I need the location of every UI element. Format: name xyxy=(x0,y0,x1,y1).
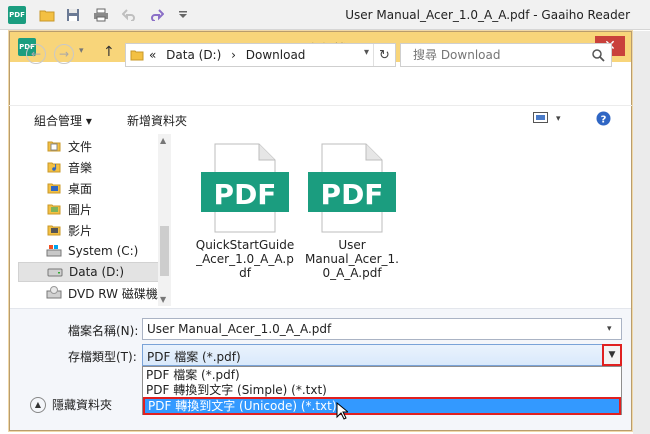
tree-item-desktop[interactable]: 桌面 xyxy=(18,178,158,198)
undo-icon[interactable] xyxy=(120,6,138,24)
tree-item-label: 音樂 xyxy=(68,160,93,175)
back-arrow-icon: ← xyxy=(30,47,42,61)
tree-item-label: 影片 xyxy=(68,223,93,238)
redo-icon[interactable] xyxy=(148,6,166,24)
tree-item-label: System (C:) xyxy=(68,244,139,258)
back-button[interactable]: ← xyxy=(26,44,46,64)
view-dropdown-icon[interactable]: ▾ xyxy=(556,114,561,124)
tree-item-label: 文件 xyxy=(68,139,93,154)
navigation-scrollbar[interactable]: ▲ ▼ xyxy=(158,134,171,306)
filetype-selected-value: PDF 檔案 (*.pdf) xyxy=(147,350,241,364)
breadcrumb-data-drive[interactable]: Data (D:) xyxy=(166,48,221,62)
up-arrow-icon[interactable]: ↑ xyxy=(103,44,115,60)
pdf-file-icon: PDF xyxy=(308,143,396,233)
filetype-option-text-simple[interactable]: PDF 轉換到文字 (Simple) (*.txt) xyxy=(143,383,621,398)
address-bar[interactable]: « Data (D:) › Download ▾ ↻ xyxy=(125,43,396,67)
search-box[interactable] xyxy=(400,43,612,67)
tree-item-label: 桌面 xyxy=(68,181,93,196)
chevron-down-icon: ▼ xyxy=(608,350,616,360)
print-icon[interactable] xyxy=(92,6,110,24)
tree-item-label: DVD RW 磁碟機 xyxy=(68,286,158,301)
svg-text:PDF: PDF xyxy=(321,178,384,211)
filetype-dropdown-list: PDF 檔案 (*.pdf) PDF 轉換到文字 (Simple) (*.txt… xyxy=(142,366,622,415)
folder-icon xyxy=(130,48,144,65)
search-icon xyxy=(591,48,605,65)
app-titlebar: PDF User Manual_Acer_1.0_A_A.pdf - Gaaih… xyxy=(0,0,650,30)
view-options-icon[interactable] xyxy=(533,112,549,127)
scroll-up-icon[interactable]: ▲ xyxy=(160,136,166,145)
tree-item-documents[interactable]: 文件 xyxy=(18,136,158,156)
tree-item-videos[interactable]: 影片 xyxy=(18,220,158,240)
scrollbar-thumb[interactable] xyxy=(160,226,169,276)
file-name: QuickStartGuide _Acer_1.0_A_A.p df xyxy=(195,238,295,280)
filename-dropdown-icon[interactable]: ▾ xyxy=(607,324,612,334)
breadcrumb-separator[interactable]: › xyxy=(231,48,236,62)
forward-button[interactable]: → xyxy=(54,44,74,64)
search-input[interactable] xyxy=(411,47,581,63)
app-title: User Manual_Acer_1.0_A_A.pdf - Gaaiho Re… xyxy=(345,8,630,22)
pdf-file-icon: PDF xyxy=(201,143,289,233)
main-window-edge xyxy=(633,31,650,434)
filetype-option-pdf[interactable]: PDF 檔案 (*.pdf) xyxy=(143,368,621,383)
filename-input[interactable] xyxy=(142,318,622,340)
recent-locations-dropdown-icon[interactable]: ▾ xyxy=(79,46,84,56)
system-drive-icon xyxy=(46,243,62,259)
scroll-down-icon[interactable]: ▼ xyxy=(160,295,166,304)
filetype-label: 存檔類型(T): xyxy=(68,350,137,364)
tree-item-label: Data (D:) xyxy=(69,265,125,279)
tree-item-label: 圖片 xyxy=(68,202,93,217)
mouse-cursor-icon xyxy=(336,401,350,423)
help-icon[interactable]: ? xyxy=(596,111,611,129)
svg-text:PDF: PDF xyxy=(214,178,277,211)
open-folder-icon[interactable] xyxy=(38,6,56,24)
hide-folders-button[interactable]: ▲ 隱藏資料夾 xyxy=(30,396,112,413)
tree-item-dvd-drive[interactable]: DVD RW 磁碟機 xyxy=(18,283,158,303)
filetype-dropdown-button[interactable]: ▼ xyxy=(602,344,622,366)
breadcrumb-overflow[interactable]: « xyxy=(149,48,156,62)
forward-arrow-icon: → xyxy=(58,47,70,61)
save-icon[interactable] xyxy=(64,6,82,24)
file-name: User Manual_Acer_1. 0_A_A.pdf xyxy=(305,238,399,280)
refresh-icon[interactable]: ↻ xyxy=(373,44,395,66)
file-item-user-manual[interactable]: PDF User Manual_Acer_1. 0_A_A.pdf xyxy=(302,142,402,280)
documents-folder-icon xyxy=(46,138,62,154)
tree-item-system-drive[interactable]: System (C:) xyxy=(18,241,158,261)
breadcrumb-download[interactable]: Download xyxy=(246,48,306,62)
tree-item-data-drive[interactable]: Data (D:) xyxy=(18,262,158,282)
address-dropdown-icon[interactable]: ▾ xyxy=(364,47,369,58)
music-folder-icon xyxy=(46,159,62,175)
hide-folders-label: 隱藏資料夾 xyxy=(52,398,113,412)
dvd-drive-icon xyxy=(46,285,62,301)
tree-item-pictures[interactable]: 圖片 xyxy=(18,199,158,219)
desktop-folder-icon xyxy=(46,180,62,196)
chevron-up-icon: ▲ xyxy=(30,396,46,413)
quick-access-dropdown-icon[interactable] xyxy=(174,6,192,24)
svg-text:?: ? xyxy=(601,115,607,126)
videos-folder-icon xyxy=(46,222,62,238)
tree-item-music[interactable]: 音樂 xyxy=(18,157,158,177)
app-logo-icon: PDF xyxy=(8,6,26,24)
file-item-quickstartguide[interactable]: PDF QuickStartGuide _Acer_1.0_A_A.p df xyxy=(195,142,295,280)
new-folder-button[interactable]: 新增資料夾 xyxy=(127,112,187,129)
organize-button[interactable]: 組合管理 ▾ xyxy=(34,112,92,129)
navigation-pane: 文件 音樂 桌面 圖片 影片 System (C:) Data (D:) DVD… xyxy=(18,136,158,306)
pictures-folder-icon xyxy=(46,201,62,217)
filename-label: 檔案名稱(N): xyxy=(68,324,139,338)
data-drive-icon xyxy=(47,264,63,280)
toolbar-divider xyxy=(9,105,632,106)
filetype-select[interactable]: PDF 檔案 (*.pdf) ▼ xyxy=(142,344,622,366)
filetype-option-text-unicode[interactable]: PDF 轉換到文字 (Unicode) (*.txt) xyxy=(143,397,621,415)
